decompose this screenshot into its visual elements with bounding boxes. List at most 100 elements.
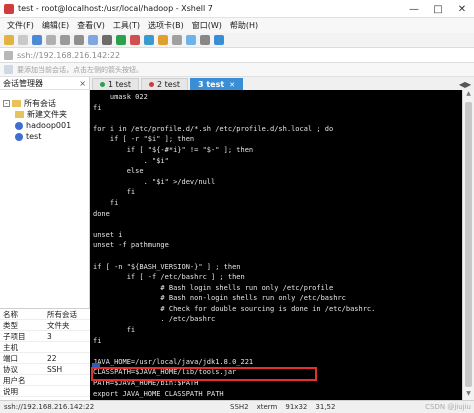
fullscreen-icon[interactable] — [186, 35, 196, 45]
keyboard-icon[interactable] — [172, 35, 182, 45]
scroll-up-icon[interactable]: ▲ — [463, 90, 474, 100]
prop-row: 子项目 3 — [0, 331, 90, 342]
prop-row: 用户名 — [0, 375, 90, 386]
menu-edit[interactable]: 编辑(E) — [38, 20, 73, 31]
tree-node-all-sessions[interactable]: - 所有会话 — [0, 98, 89, 109]
tree-node-test[interactable]: test — [0, 131, 89, 142]
connected-status-icon — [100, 82, 105, 87]
prop-key: 主机 — [3, 342, 18, 352]
maximize-icon[interactable]: □ — [426, 0, 450, 18]
tab-label: 1 test — [108, 80, 131, 89]
settings-icon[interactable] — [200, 35, 210, 45]
tab-bar: 1 test 2 test 3 test ✕ ◀▶ — [90, 77, 474, 90]
folder-icon — [15, 111, 24, 118]
tree-node-hadoop001[interactable]: hadoop001 — [0, 120, 89, 131]
status-cursor-pos: 31,52 — [315, 403, 336, 411]
prop-key: 名称 — [3, 309, 18, 319]
tab-close-icon[interactable]: ✕ — [229, 81, 235, 89]
status-bar: ssh://192.168.216.142:22 SSH2 xterm 91x3… — [0, 400, 474, 413]
address-bar[interactable]: ssh://192.168.216.142:22 — [0, 47, 474, 63]
session-icon — [15, 132, 23, 141]
collapse-icon[interactable]: - — [3, 100, 10, 107]
session-manager-title: 会话管理器 — [3, 78, 43, 88]
prop-key: 子项目 — [3, 331, 26, 341]
add-session-icon[interactable] — [4, 65, 13, 74]
session-manager-header: 会话管理器 × — [0, 77, 89, 90]
menu-file[interactable]: 文件(F) — [3, 20, 38, 31]
status-address: ssh://192.168.216.142:22 — [4, 403, 95, 411]
disconnect-icon[interactable] — [46, 35, 56, 45]
prop-value: SSH — [47, 364, 63, 374]
close-icon[interactable]: ✕ — [450, 0, 474, 18]
terminal-text: umask 022 fi for i in /etc/profile.d/*.s… — [93, 93, 376, 398]
xagent-icon[interactable] — [130, 35, 140, 45]
status-terminal-type: xterm — [256, 403, 278, 411]
status-protocol: SSH2 — [230, 403, 249, 411]
print-icon[interactable] — [102, 35, 112, 45]
session-tree: - 所有会话 新建文件夹 hadoop001 test — [0, 90, 89, 142]
prop-key: 类型 — [3, 320, 18, 330]
xshell-app-icon — [4, 3, 14, 14]
connect-icon[interactable] — [32, 35, 42, 45]
menu-tools[interactable]: 工具(T) — [109, 20, 144, 31]
tab-label: 2 test — [157, 80, 180, 89]
window-controls: — □ ✕ — [402, 0, 474, 18]
address-url: ssh://192.168.216.142:22 — [17, 50, 121, 60]
prop-key: 端口 — [3, 353, 18, 363]
prop-row: 协议 SSH — [0, 364, 90, 375]
tree-node-label: test — [26, 132, 42, 141]
session-icon — [15, 121, 23, 130]
minimize-icon[interactable]: — — [402, 0, 426, 18]
tab-label: 3 test — [198, 80, 225, 89]
terminal-view[interactable]: umask 022 fi for i in /etc/profile.d/*.s… — [90, 90, 462, 400]
tab-2-test[interactable]: 2 test — [141, 78, 188, 90]
prop-value: 所有会话 — [47, 309, 77, 319]
find-icon[interactable] — [88, 35, 98, 45]
session-manager-close-icon[interactable]: × — [79, 79, 86, 88]
prop-row: 说明 — [0, 386, 90, 397]
prop-row: 名称 所有会话 — [0, 309, 90, 320]
help-icon[interactable] — [214, 35, 224, 45]
watermark: CSDN @jiujiu — [425, 403, 471, 411]
disconnected-status-icon — [149, 82, 154, 87]
terminal-output[interactable]: umask 022 fi for i in /etc/profile.d/*.s… — [90, 90, 462, 400]
prop-value: 3 — [47, 331, 52, 341]
prop-key: 用户名 — [3, 375, 26, 385]
tree-node-new-folder[interactable]: 新建文件夹 — [0, 109, 89, 120]
tab-1-test[interactable]: 1 test — [92, 78, 139, 90]
xftp-icon[interactable] — [116, 35, 126, 45]
scroll-down-icon[interactable]: ▼ — [463, 390, 474, 400]
menu-bar: 文件(F) 编辑(E) 查看(V) 工具(T) 选项卡(B) 窗口(W) 帮助(… — [0, 18, 474, 33]
tree-node-label: 新建文件夹 — [27, 110, 67, 119]
toolbar — [0, 33, 474, 47]
window-title: test - root@localhost:/usr/local/hadoop … — [18, 4, 213, 13]
menu-window[interactable]: 窗口(W) — [188, 20, 226, 31]
prop-value: 文件夹 — [47, 320, 70, 330]
lock-icon — [4, 50, 13, 60]
title-bar: test - root@localhost:/usr/local/hadoop … — [0, 0, 474, 18]
menu-view[interactable]: 查看(V) — [73, 20, 109, 31]
open-folder-icon[interactable] — [18, 35, 28, 45]
copy-icon[interactable] — [60, 35, 70, 45]
scroll-thumb[interactable] — [465, 102, 472, 387]
prop-row: 类型 文件夹 — [0, 320, 90, 331]
prop-row: 端口 22 — [0, 353, 90, 364]
session-properties: 名称 所有会话 类型 文件夹 子项目 3 主机 端口 22 协议 SSH 用户名 说明 — [0, 308, 90, 400]
status-size: 91x32 — [285, 403, 308, 411]
tab-3-test[interactable]: 3 test ✕ — [190, 78, 244, 90]
hint-text: 要添加当前会话，点击左侧的箭头按钮。 — [17, 65, 143, 74]
prop-key: 协议 — [3, 364, 18, 374]
globe-icon[interactable] — [144, 35, 154, 45]
highlight-box — [91, 367, 317, 381]
tree-node-label: 所有会话 — [24, 99, 56, 108]
prop-value: 22 — [47, 353, 57, 363]
menu-help[interactable]: 帮助(H) — [226, 20, 262, 31]
new-session-icon[interactable] — [4, 35, 14, 45]
tab-nav-icon[interactable]: ◀▶ — [456, 78, 474, 90]
menu-tabs[interactable]: 选项卡(B) — [144, 20, 188, 31]
tree-node-label: hadoop001 — [26, 121, 72, 130]
lock-icon[interactable] — [158, 35, 168, 45]
paste-icon[interactable] — [74, 35, 84, 45]
prop-row: 主机 — [0, 342, 90, 353]
terminal-scrollbar[interactable]: ▲ ▼ — [462, 90, 474, 400]
